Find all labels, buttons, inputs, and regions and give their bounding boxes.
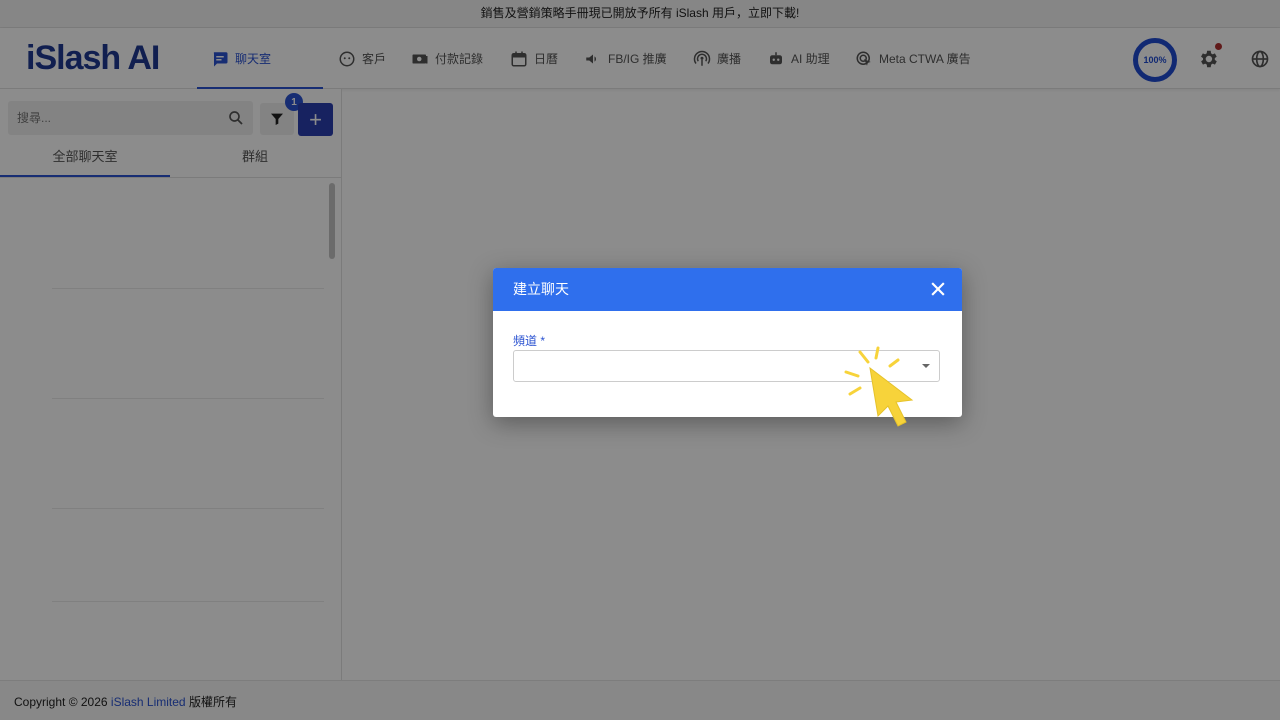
dialog-header: 建立聊天 (493, 268, 962, 311)
channel-field-label: 頻道 * (513, 334, 546, 348)
dialog-title: 建立聊天 (513, 281, 569, 297)
chevron-down-icon (922, 364, 930, 368)
pointer-cursor-icon (844, 346, 914, 427)
close-icon[interactable] (928, 279, 948, 299)
